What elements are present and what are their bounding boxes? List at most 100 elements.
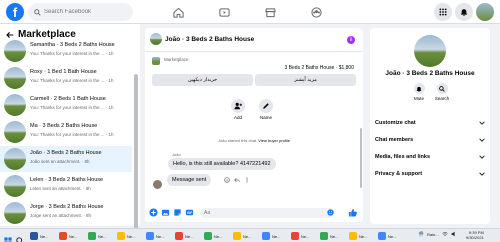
sidebar-scrollbar[interactable] bbox=[134, 74, 138, 234]
sender-avatar bbox=[153, 180, 162, 189]
profile-avatar[interactable] bbox=[476, 3, 494, 21]
taskbar-app[interactable]: Ne... bbox=[262, 231, 280, 241]
wifi-icon[interactable] bbox=[441, 231, 448, 237]
message-actions bbox=[224, 177, 250, 183]
taskbar-app[interactable]: Ne... bbox=[88, 231, 106, 241]
home-icon[interactable] bbox=[170, 4, 186, 20]
gif-icon[interactable]: GIF bbox=[185, 208, 194, 217]
weather-label[interactable]: Rain... bbox=[427, 232, 439, 237]
conversation-title: Lelen · 3 Beds 2 Baths House bbox=[30, 177, 104, 183]
plus-icon[interactable] bbox=[149, 208, 158, 217]
taskbar-app[interactable]: Ne... bbox=[204, 231, 222, 241]
conversation-preview: You: Thanks for your interest in the ...… bbox=[30, 78, 114, 83]
clock-date: 9/30/2021 bbox=[466, 235, 484, 240]
chat-window: João · 3 Beds 2 Baths House i Marketplac… bbox=[145, 28, 363, 222]
svg-text:GIF: GIF bbox=[187, 211, 192, 215]
chat-scrollbar[interactable] bbox=[360, 128, 362, 188]
chat-header: João · 3 Beds 2 Baths House i bbox=[145, 28, 363, 52]
marketplace-icon[interactable] bbox=[262, 4, 278, 20]
conversation-preview: Jorge sent an attachment. · 8h bbox=[30, 213, 92, 218]
thumbs-up-icon[interactable] bbox=[348, 208, 357, 217]
search-icon bbox=[439, 85, 445, 92]
menu-grid-button[interactable] bbox=[434, 3, 452, 21]
conversation-item[interactable]: Roxy · 1 Bed 1 Bath House You: Thanks fo… bbox=[0, 65, 132, 91]
taskbar-search-icon[interactable] bbox=[16, 232, 24, 242]
taskbar-app[interactable]: Ne... bbox=[378, 231, 396, 241]
conversation-title: Ma · 3 Beds 2 Baths House bbox=[30, 123, 98, 129]
message-input[interactable] bbox=[200, 208, 335, 218]
notifications-button[interactable] bbox=[455, 3, 473, 21]
listing-title[interactable]: 3 Beds 2 Baths House · $1,800 bbox=[285, 65, 355, 71]
mute-action[interactable]: Mute bbox=[408, 83, 430, 101]
search-box[interactable] bbox=[28, 3, 133, 21]
windows-start-icon[interactable] bbox=[4, 232, 12, 242]
taskbar-app[interactable]: Ne... bbox=[175, 231, 193, 241]
conversation-item[interactable]: Carmell · 2 Beds 1 Bath House You: Thank… bbox=[0, 92, 132, 118]
section-label: Media, files and links bbox=[375, 154, 431, 160]
taskbar-app[interactable]: Ne... bbox=[291, 231, 309, 241]
search-input[interactable] bbox=[44, 9, 129, 15]
taskbar-app[interactable]: Ne... bbox=[117, 231, 135, 241]
chat-title[interactable]: João · 3 Beds 2 Baths House bbox=[165, 36, 254, 43]
conversation-item-active[interactable]: João · 3 Beds 2 Baths House João sent an… bbox=[0, 146, 132, 172]
more-options-button[interactable]: مزید آپشنز bbox=[255, 74, 356, 86]
media-files-links-row[interactable]: Media, files and links bbox=[375, 150, 485, 164]
image-icon[interactable] bbox=[161, 208, 170, 217]
conversation-title: João · 3 Beds 2 Baths House bbox=[30, 150, 102, 156]
windows-taskbar: Ne... Ne... Ne... Ne... Ne... Ne... Ne..… bbox=[0, 228, 500, 242]
conversation-title: Roxy · 1 Bed 1 Bath House bbox=[30, 69, 97, 75]
view-buyer-profile-link[interactable]: View buyer profile bbox=[258, 138, 290, 143]
emoji-icon[interactable] bbox=[326, 208, 335, 217]
view-buyers-button[interactable]: خریدار دیکھیں bbox=[152, 74, 253, 86]
pencil-icon bbox=[263, 103, 269, 109]
incoming-message[interactable]: Hello, is this still available? 41472214… bbox=[168, 158, 276, 170]
taskbar-app[interactable]: Ne... bbox=[349, 231, 367, 241]
add-person-icon bbox=[234, 102, 242, 110]
watch-icon[interactable] bbox=[216, 4, 232, 20]
customize-chat-row[interactable]: Customize chat bbox=[375, 116, 485, 130]
section-label: Chat members bbox=[375, 137, 414, 143]
taskbar-app[interactable]: Ne... bbox=[30, 231, 48, 241]
conversation-item[interactable]: Ma · 3 Beds 2 Baths House You: Thanks fo… bbox=[0, 119, 132, 145]
info-icon[interactable]: i bbox=[347, 36, 355, 44]
conversation-preview: You: Thanks for your interest in the ...… bbox=[30, 132, 114, 137]
more-icon[interactable] bbox=[244, 177, 250, 183]
conversation-item[interactable]: Samantha · 3 Beds 2 Baths House You: Tha… bbox=[0, 38, 132, 64]
conversation-preview: You: Thanks for your interest in the ...… bbox=[30, 51, 114, 56]
volume-icon[interactable] bbox=[451, 231, 457, 237]
conversation-title: Jorge · 3 Beds 2 Baths House bbox=[30, 204, 104, 210]
conversation-item[interactable]: Lelen · 3 Beds 2 Baths House Lelen sent … bbox=[0, 173, 132, 199]
conversation-preview: Lelen sent an attachment. · 8h bbox=[30, 186, 91, 191]
chat-avatar[interactable] bbox=[150, 33, 162, 45]
chats-sidebar: Marketplace Samantha · 3 Beds 2 Baths Ho… bbox=[0, 24, 140, 234]
system-text: João started this chat. bbox=[218, 138, 258, 143]
outgoing-message[interactable]: Message sent bbox=[167, 174, 212, 186]
taskbar-app[interactable]: Ne... bbox=[320, 231, 338, 241]
listing-category: Marketplace bbox=[164, 57, 189, 62]
add-action[interactable]: Add bbox=[223, 99, 253, 120]
sticker-icon[interactable] bbox=[173, 208, 182, 217]
chevron-down-icon bbox=[479, 121, 485, 125]
add-label: Add bbox=[233, 115, 242, 120]
chat-members-row[interactable]: Chat members bbox=[375, 133, 485, 147]
conversation-item[interactable]: Jorge · 3 Beds 2 Baths House Jorge sent … bbox=[0, 200, 132, 226]
system-tray: Rain... bbox=[418, 231, 457, 237]
taskbar-clock[interactable]: 9:39 PM 9/30/2021 bbox=[466, 230, 484, 240]
chat-details-panel: João · 3 Beds 2 Baths House Mute Search … bbox=[370, 28, 490, 224]
taskbar-app[interactable]: Ne... bbox=[146, 231, 164, 241]
chat-profile-photo[interactable] bbox=[414, 35, 446, 67]
emoji-react-icon[interactable] bbox=[224, 177, 230, 183]
privacy-support-row[interactable]: Privacy & support bbox=[375, 167, 485, 181]
listing-card: Marketplace 3 Beds 2 Baths House · $1,80… bbox=[150, 55, 358, 89]
search-label: Search bbox=[434, 96, 450, 101]
listing-thumbnail bbox=[4, 175, 26, 197]
taskbar-app[interactable]: Ne... bbox=[59, 231, 77, 241]
taskbar-app[interactable]: Ne... bbox=[233, 231, 251, 241]
name-action[interactable]: Name bbox=[251, 99, 281, 120]
facebook-logo[interactable]: f bbox=[6, 3, 24, 21]
search-action[interactable]: Search bbox=[431, 83, 453, 101]
message-composer: GIF bbox=[145, 205, 363, 222]
mute-label: Mute bbox=[413, 96, 424, 101]
groups-icon[interactable] bbox=[308, 4, 324, 20]
reply-icon[interactable] bbox=[234, 177, 240, 183]
